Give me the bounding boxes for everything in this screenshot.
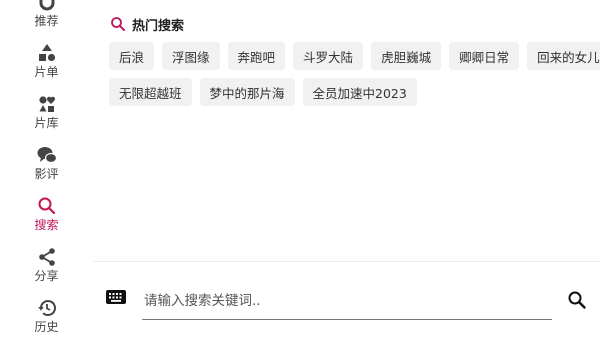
tag-row: 无限超越班 梦中的那片海 全员加速中2023 xyxy=(109,78,589,106)
sidebar: 推荐 片单 片库 影评 搜索 分享 历史 xyxy=(0,0,93,337)
hot-search-tag[interactable]: 全员加速中2023 xyxy=(302,78,417,106)
sidebar-item-lists[interactable]: 片单 xyxy=(0,42,93,88)
search-input[interactable] xyxy=(142,282,552,320)
sidebar-item-label: 推荐 xyxy=(34,14,59,28)
search-icon xyxy=(36,195,58,217)
keyboard-icon[interactable] xyxy=(106,290,126,306)
tag-row: 后浪 浮图缘 奔跑吧 斗罗大陆 虎胆巍城 卿卿日常 回来的女儿 xyxy=(109,42,600,70)
hot-search-tag[interactable]: 卿卿日常 xyxy=(449,42,520,70)
hot-search-tag[interactable]: 奔跑吧 xyxy=(227,42,286,70)
hot-search-tag[interactable]: 斗罗大陆 xyxy=(293,42,364,70)
sidebar-item-label: 片单 xyxy=(34,65,59,79)
hot-search-tag[interactable]: 无限超越班 xyxy=(109,78,192,106)
sidebar-item-label: 历史 xyxy=(34,320,59,334)
sidebar-item-label: 影评 xyxy=(34,167,59,181)
hot-search-tag[interactable]: 浮图缘 xyxy=(162,42,220,70)
recommend-icon xyxy=(36,0,58,13)
divider xyxy=(93,261,600,262)
sidebar-item-share[interactable]: 分享 xyxy=(0,246,93,292)
hot-search-header: 热门搜索 xyxy=(110,15,185,34)
hot-search-title: 热门搜索 xyxy=(132,18,185,34)
search-icon xyxy=(110,16,126,32)
search-submit-button[interactable] xyxy=(566,289,588,311)
library-icon xyxy=(36,93,58,115)
sidebar-item-label: 搜索 xyxy=(34,218,59,232)
chat-bubbles-icon xyxy=(36,144,58,166)
sidebar-item-library[interactable]: 片库 xyxy=(0,93,93,139)
history-icon xyxy=(36,297,58,319)
hot-search-tag[interactable]: 后浪 xyxy=(109,42,155,70)
shapes-icon xyxy=(36,42,58,64)
sidebar-item-label: 分享 xyxy=(34,269,59,283)
hot-search-tag[interactable]: 虎胆巍城 xyxy=(371,42,442,70)
hot-search-tag[interactable]: 梦中的那片海 xyxy=(199,78,295,106)
sidebar-item-search[interactable]: 搜索 xyxy=(0,195,93,241)
sidebar-item-history[interactable]: 历史 xyxy=(0,297,93,337)
share-icon xyxy=(36,246,58,268)
sidebar-item-recommend[interactable]: 推荐 xyxy=(0,0,93,37)
hot-search-tags: 后浪 浮图缘 奔跑吧 斗罗大陆 虎胆巍城 卿卿日常 回来的女儿 无限超越班 梦中… xyxy=(109,42,600,114)
hot-search-tag[interactable]: 回来的女儿 xyxy=(527,42,600,70)
sidebar-item-label: 片库 xyxy=(34,116,59,130)
search-icon xyxy=(567,290,587,310)
sidebar-item-reviews[interactable]: 影评 xyxy=(0,144,93,190)
